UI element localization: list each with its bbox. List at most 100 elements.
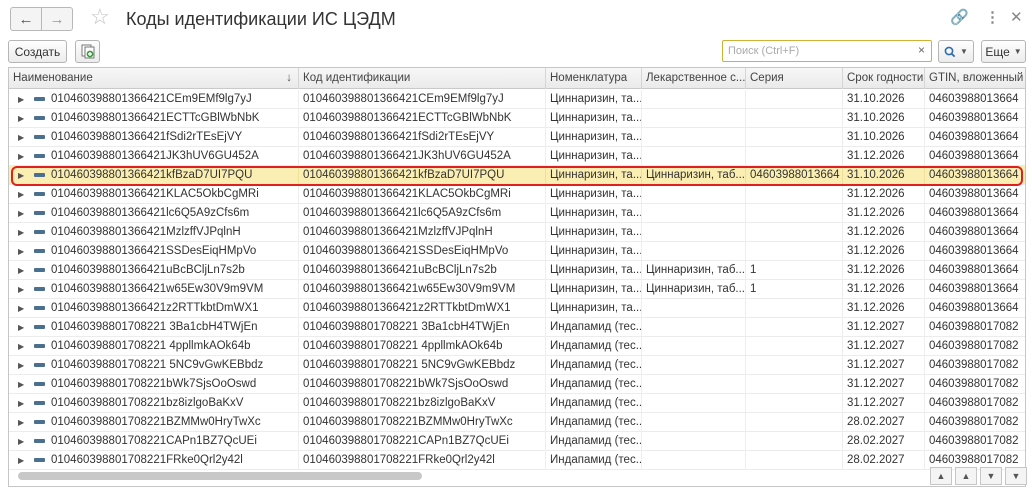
table-row[interactable]: ▶ 010460398801366421lc6Q5A9zCfs6m 01046039… — [9, 204, 1025, 223]
cell-name: ▶ 010460398801366421z2RTTkbtDmWX1 — [9, 299, 299, 318]
search-field[interactable]: × — [722, 40, 932, 62]
column-header-code[interactable]: Код идентификации — [299, 68, 546, 89]
search-input[interactable] — [726, 43, 906, 59]
back-button[interactable]: ← — [10, 7, 42, 31]
expand-arrow-icon[interactable]: ▶ — [18, 451, 24, 470]
forward-button[interactable]: → — [41, 7, 73, 31]
expand-arrow-icon[interactable]: ▶ — [18, 185, 24, 204]
scrollbar-thumb[interactable] — [18, 472, 422, 480]
expand-arrow-icon[interactable]: ▶ — [18, 413, 24, 432]
expand-arrow-icon[interactable]: ▶ — [18, 242, 24, 261]
item-icon — [34, 401, 45, 405]
cell-nomenclature: Циннаризин, та... — [546, 299, 642, 318]
table-row[interactable]: ▶ 010460398801366421w65Ew30V9m9VM 01046039… — [9, 280, 1025, 299]
table-row[interactable]: ▶ 010460398801708221BZMMw0HryTwXc 01046039… — [9, 413, 1025, 432]
cell-expiry: 31.12.2026 — [843, 242, 925, 261]
cell-code: 010460398801366421CEm9EMf9lg7yJ — [299, 90, 546, 109]
table-row[interactable]: ▶ 010460398801366421kfBzaD7UI7PQU 01046039… — [9, 166, 1025, 185]
item-icon — [34, 458, 45, 462]
cell-name: ▶ 010460398801366421w65Ew30V9m9VM — [9, 280, 299, 299]
expand-arrow-icon[interactable]: ▶ — [18, 90, 24, 109]
expand-arrow-icon[interactable]: ▶ — [18, 128, 24, 147]
expand-arrow-icon[interactable]: ▶ — [18, 223, 24, 242]
cell-expiry: 31.12.2027 — [843, 394, 925, 413]
cell-name: ▶ 010460398801708221BZMMw0HryTwXc — [9, 413, 299, 432]
scroll-up-button[interactable]: ▲ — [955, 467, 977, 485]
table-row[interactable]: ▶ 010460398801708221FRke0Qrl2y42l 01046039… — [9, 451, 1025, 470]
table-row[interactable]: ▶ 010460398801366421JK3hUV6GU452A 01046039… — [9, 147, 1025, 166]
table-row[interactable]: ▶ 010460398801708221 3Ba1cbH4TWjEn 0104603… — [9, 318, 1025, 337]
item-icon — [34, 420, 45, 424]
expand-arrow-icon[interactable]: ▶ — [18, 375, 24, 394]
star-icon[interactable]: ☆ — [90, 5, 110, 29]
table-row[interactable]: ▶ 010460398801366421uBcBCljLn7s2b 01046039… — [9, 261, 1025, 280]
cell-code: 010460398801708221BZMMw0HryTwXc — [299, 413, 546, 432]
table-row[interactable]: ▶ 010460398801366421KLAC5OkbCgMRi 01046039… — [9, 185, 1025, 204]
search-button[interactable]: ▼ — [938, 40, 974, 63]
column-header-nomenclature[interactable]: Номенклатура — [546, 68, 642, 89]
cell-code: 010460398801366421ECTTcGBlWbNbK — [299, 109, 546, 128]
cell-name: ▶ 010460398801366421JK3hUV6GU452A — [9, 147, 299, 166]
cell-nomenclature: Индапамид (тес... — [546, 432, 642, 451]
cell-series — [746, 337, 843, 356]
cell-drug: Циннаризин, таб... — [642, 166, 746, 185]
table-row[interactable]: ▶ 010460398801366421z2RTTkbtDmWX1 01046039… — [9, 299, 1025, 318]
expand-arrow-icon[interactable]: ▶ — [18, 356, 24, 375]
table-row[interactable]: ▶ 010460398801366421fSdi2rTEsEjVY 01046039… — [9, 128, 1025, 147]
expand-arrow-icon[interactable]: ▶ — [18, 299, 24, 318]
cell-gtin: 04603988013664 — [929, 150, 1019, 162]
cell-code: 010460398801708221bz8izlgoBaKxV — [299, 394, 546, 413]
copy-button[interactable] — [75, 40, 100, 63]
expand-arrow-icon[interactable]: ▶ — [18, 147, 24, 166]
cell-text: 010460398801366421z2RTTkbtDmWX1 — [51, 302, 259, 314]
column-header-gtin[interactable]: GTIN, вложенный — [925, 68, 1025, 89]
table-row[interactable]: ▶ 010460398801366421SSDesEiqHMpVo 01046039… — [9, 242, 1025, 261]
cell-name: ▶ 010460398801366421uBcBCljLn7s2b — [9, 261, 299, 280]
scroll-bottom-button[interactable]: ▼ — [1005, 467, 1027, 485]
expand-arrow-icon[interactable]: ▶ — [18, 337, 24, 356]
table-row[interactable]: ▶ 010460398801708221 4ppllmkAOk64b 0104603… — [9, 337, 1025, 356]
expand-arrow-icon[interactable]: ▶ — [18, 318, 24, 337]
scroll-top-button[interactable]: ▲ — [930, 467, 952, 485]
table-row[interactable]: ▶ 010460398801708221CAPn1BZ7QcUEi 01046039… — [9, 432, 1025, 451]
table-row[interactable]: ▶ 010460398801708221bz8izlgoBaKxV 01046039… — [9, 394, 1025, 413]
cell-drug — [642, 223, 746, 242]
expand-arrow-icon[interactable]: ▶ — [18, 432, 24, 451]
cell-drug — [642, 128, 746, 147]
cell-name: ▶ 010460398801366421ECTTcGBlWbNbK — [9, 109, 299, 128]
cell-series: 04603988013664 — [746, 166, 843, 185]
more-vertical-icon[interactable]: ⋮ — [985, 8, 1000, 28]
cell-drug: Циннаризин, таб... — [642, 280, 746, 299]
expand-arrow-icon[interactable]: ▶ — [18, 204, 24, 223]
column-header-name[interactable]: Наименование ↓ — [9, 68, 299, 89]
item-icon — [34, 325, 45, 329]
table-row[interactable]: ▶ 010460398801366421ECTTcGBlWbNbK 01046039… — [9, 109, 1025, 128]
cell-text: 010460398801708221 3Ba1cbH4TWjEn — [51, 321, 258, 333]
cell-nomenclature: Циннаризин, та... — [546, 185, 642, 204]
close-icon[interactable]: ✕ — [1010, 8, 1023, 28]
cell-name: ▶ 010460398801708221bWk7SjsOoOswd — [9, 375, 299, 394]
table-row[interactable]: ▶ 010460398801708221bWk7SjsOoOswd 01046039… — [9, 375, 1025, 394]
cell-expiry: 28.02.2027 — [843, 413, 925, 432]
column-header-series[interactable]: Серия — [746, 68, 843, 89]
clear-icon[interactable]: × — [918, 43, 925, 57]
link-icon[interactable]: 🔗 — [950, 8, 969, 28]
create-button[interactable]: Создать — [8, 40, 67, 63]
cell-code: 010460398801708221 5NC9vGwKEBbdz — [299, 356, 546, 375]
expand-arrow-icon[interactable]: ▶ — [18, 109, 24, 128]
cell-nomenclature: Циннаризин, та... — [546, 147, 642, 166]
scroll-down-button[interactable]: ▼ — [980, 467, 1002, 485]
cell-text: 010460398801366421uBcBCljLn7s2b — [51, 264, 245, 276]
expand-arrow-icon[interactable]: ▶ — [18, 166, 24, 185]
cell-name: ▶ 010460398801708221bz8izlgoBaKxV — [9, 394, 299, 413]
expand-arrow-icon[interactable]: ▶ — [18, 261, 24, 280]
table-row[interactable]: ▶ 010460398801708221 5NC9vGwKEBbdz 0104603… — [9, 356, 1025, 375]
table-row[interactable]: ▶ 010460398801366421CEm9EMf9lg7yJ 01046039… — [9, 90, 1025, 109]
column-header-drug[interactable]: Лекарственное с... — [642, 68, 746, 89]
more-button[interactable]: Еще ▼ — [981, 40, 1026, 63]
cell-text: 010460398801708221FRke0Qrl2y42l — [51, 454, 243, 466]
column-header-expiry[interactable]: Срок годности — [843, 68, 925, 89]
expand-arrow-icon[interactable]: ▶ — [18, 280, 24, 299]
table-row[interactable]: ▶ 010460398801366421MzlzffVJPqlnH 01046039… — [9, 223, 1025, 242]
expand-arrow-icon[interactable]: ▶ — [18, 394, 24, 413]
